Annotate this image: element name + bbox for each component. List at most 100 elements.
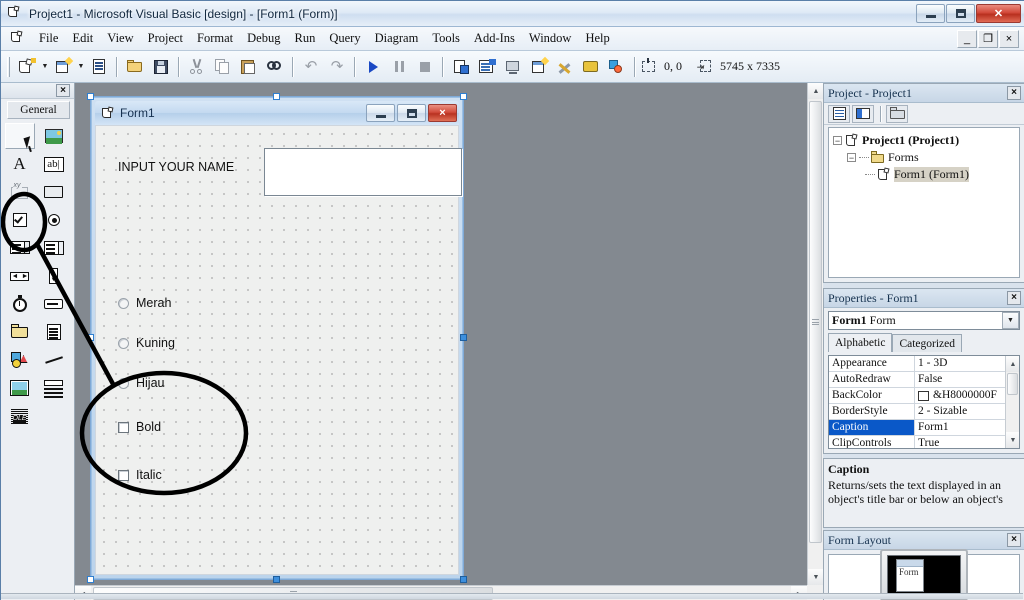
tool-ole[interactable]: OLE	[5, 403, 35, 429]
property-row-autoredraw[interactable]: AutoRedraw False	[829, 372, 1019, 388]
property-row-clipcontrols[interactable]: ClipControls True	[829, 436, 1019, 448]
label-input-your-name[interactable]: INPUT YOUR NAME	[118, 160, 234, 174]
menu-editor-button[interactable]	[87, 55, 111, 79]
tree-node-project[interactable]: − Project1 (Project1)	[831, 132, 1017, 149]
tool-picturebox[interactable]	[39, 123, 69, 149]
tool-frame[interactable]: xy	[5, 179, 35, 205]
view-object-button[interactable]	[852, 104, 874, 123]
checkbox-bold-box[interactable]	[118, 421, 129, 433]
add-project-button[interactable]	[15, 55, 39, 79]
break-button[interactable]	[387, 55, 411, 79]
chevron-down-icon[interactable]: ▼	[1002, 312, 1019, 329]
toolbox-tab-general[interactable]: General	[7, 101, 70, 119]
optionbutton-hijau-circle[interactable]	[118, 377, 129, 389]
toolbox-button[interactable]	[553, 55, 577, 79]
menu-window[interactable]: Window	[522, 28, 579, 49]
tab-categorized[interactable]: Categorized	[892, 334, 963, 352]
property-row-caption[interactable]: Caption Form1	[829, 420, 1019, 436]
optionbutton-kuning[interactable]: Kuning	[118, 336, 175, 350]
redo-button[interactable]: ↷	[325, 55, 349, 79]
property-value-autoredraw[interactable]: False	[915, 372, 1019, 387]
menu-help[interactable]: Help	[578, 28, 616, 49]
window-close-button[interactable]: ✕	[976, 4, 1021, 23]
property-value-appearance[interactable]: 1 - 3D	[915, 356, 1019, 371]
mdi-restore-button[interactable]: ❐	[978, 29, 998, 48]
tool-drivelistbox[interactable]	[39, 291, 69, 317]
tool-image[interactable]	[5, 375, 35, 401]
mdi-minimize-button[interactable]: _	[957, 29, 977, 48]
view-code-button[interactable]	[828, 104, 850, 123]
add-project-dropdown[interactable]: ▼	[40, 55, 50, 79]
optionbutton-hijau[interactable]: Hijau	[118, 376, 165, 390]
mdi-close-button[interactable]: ×	[999, 29, 1019, 48]
open-project-button[interactable]	[123, 55, 147, 79]
project-explorer-button[interactable]	[449, 55, 473, 79]
find-button[interactable]	[263, 55, 287, 79]
selection-handle-e[interactable]	[460, 334, 467, 341]
tool-label[interactable]: A	[5, 151, 35, 177]
tool-data[interactable]	[39, 375, 69, 401]
selection-handle-ne[interactable]	[460, 93, 467, 100]
properties-close-button[interactable]: ×	[1007, 291, 1021, 305]
designer-vertical-scroll-thumb[interactable]	[809, 101, 822, 543]
form-designer-window[interactable]: Form1 × INPUT YOUR NAME Merah Kuning Hij…	[87, 93, 467, 583]
tab-alphabetic[interactable]: Alphabetic	[828, 333, 893, 352]
undo-button[interactable]: ↶	[299, 55, 323, 79]
cut-button[interactable]	[185, 55, 209, 79]
menu-query[interactable]: Query	[322, 28, 367, 49]
properties-scroll-down-button[interactable]: ▼	[1006, 432, 1019, 448]
tool-combobox[interactable]	[5, 235, 35, 261]
designer-scroll-up-button[interactable]: ▲	[808, 83, 823, 99]
toolbar-grip[interactable]	[7, 56, 10, 77]
tool-commandbutton[interactable]	[39, 179, 69, 205]
properties-grid[interactable]: Appearance 1 - 3D AutoRedraw False BackC…	[828, 355, 1020, 449]
selection-handle-sw[interactable]	[87, 576, 94, 583]
start-button[interactable]	[361, 55, 385, 79]
tool-hscrollbar[interactable]: ◄ ►	[5, 263, 35, 289]
properties-scroll-up-button[interactable]: ▲	[1006, 356, 1019, 372]
selection-handle-w[interactable]	[87, 334, 94, 341]
tool-line[interactable]	[39, 347, 69, 373]
copy-button[interactable]	[211, 55, 235, 79]
form-canvas[interactable]: INPUT YOUR NAME Merah Kuning Hijau Bold …	[95, 125, 462, 575]
optionbutton-kuning-circle[interactable]	[118, 337, 129, 349]
tool-pointer[interactable]	[4, 123, 35, 149]
tool-timer[interactable]	[5, 291, 35, 317]
properties-window-button[interactable]	[475, 55, 499, 79]
toolbox-close-button[interactable]: ×	[56, 84, 70, 97]
textbox-name[interactable]	[264, 148, 462, 196]
designer-scroll-down-button[interactable]: ▼	[808, 569, 823, 585]
menu-run[interactable]: Run	[287, 28, 322, 49]
tool-vscrollbar[interactable]: ▲ ▼	[39, 263, 69, 289]
properties-object-combo[interactable]: Form1 Form ▼	[828, 311, 1020, 330]
tree-node-forms[interactable]: − Forms	[831, 149, 1017, 166]
window-maximize-button[interactable]	[946, 4, 975, 23]
paste-button[interactable]	[237, 55, 261, 79]
designer-vertical-scrollbar[interactable]: ▲ ▼	[807, 83, 823, 585]
property-value-clipcontrols[interactable]: True	[915, 436, 1019, 448]
form-maximize-button[interactable]	[397, 104, 426, 122]
properties-scroll-thumb[interactable]	[1007, 373, 1018, 395]
tree-node-form1[interactable]: Form1 (Form1)	[831, 166, 1017, 183]
add-form-dropdown[interactable]: ▼	[76, 55, 86, 79]
project-tree[interactable]: − Project1 (Project1) − Forms Form1 (For…	[828, 127, 1020, 278]
tool-listbox[interactable]	[39, 235, 69, 261]
selection-handle-nw[interactable]	[87, 93, 94, 100]
property-row-appearance[interactable]: Appearance 1 - 3D	[829, 356, 1019, 372]
tool-filelistbox[interactable]	[39, 319, 69, 345]
menu-edit[interactable]: Edit	[65, 28, 100, 49]
selection-handle-n[interactable]	[273, 93, 280, 100]
form-layout-preview[interactable]: Form	[896, 559, 924, 592]
toggle-folders-button[interactable]	[886, 104, 908, 123]
form-layout-close-button[interactable]: ×	[1007, 533, 1021, 547]
properties-grid-scrollbar[interactable]: ▲ ▼	[1005, 356, 1019, 448]
add-form-button[interactable]	[51, 55, 75, 79]
checkbox-italic[interactable]: Italic	[118, 468, 162, 482]
menu-project[interactable]: Project	[141, 28, 190, 49]
project-explorer-close-button[interactable]: ×	[1007, 86, 1021, 100]
form-layout-button[interactable]	[501, 55, 525, 79]
backcolor-swatch[interactable]	[918, 390, 929, 401]
window-minimize-button[interactable]	[916, 4, 945, 23]
property-value-borderstyle[interactable]: 2 - Sizable	[915, 404, 1019, 419]
menu-file[interactable]: File	[32, 28, 65, 49]
